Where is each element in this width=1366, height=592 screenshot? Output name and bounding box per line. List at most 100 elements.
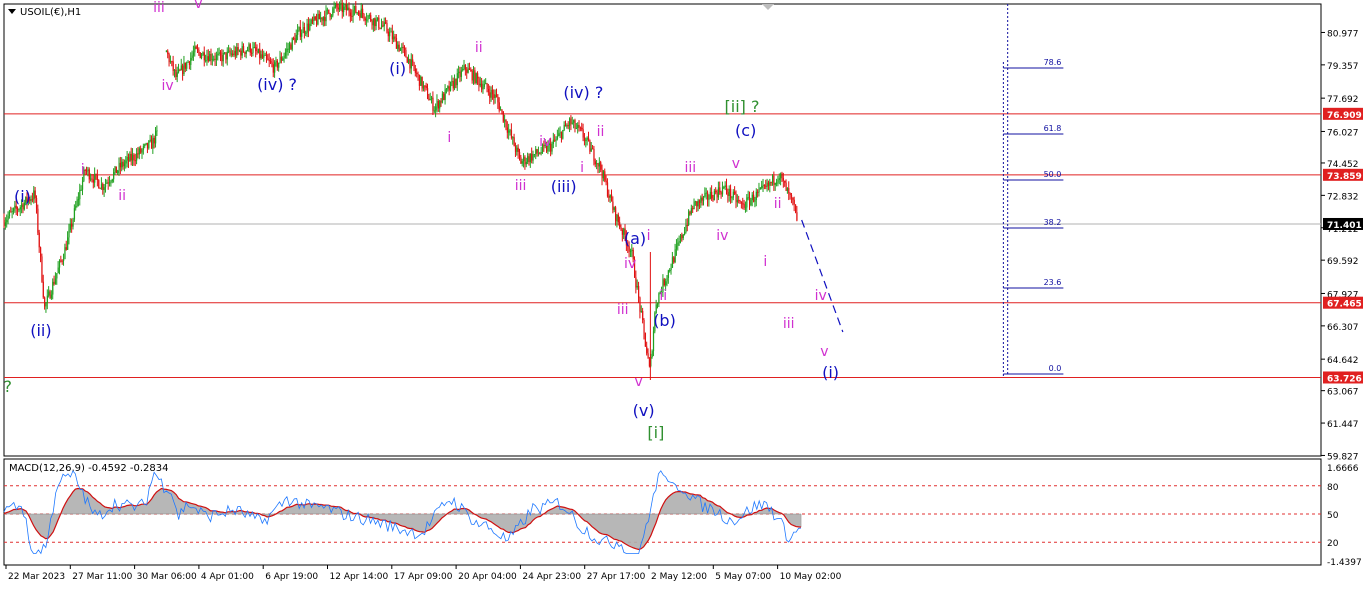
candle-body <box>195 46 197 49</box>
candle-body <box>516 147 518 152</box>
candle-body <box>352 10 354 17</box>
chart-svg: USOIL(€),H1 MACD(12,26,9) -0.4592 -0.283… <box>3 0 1363 582</box>
candle-body <box>495 94 498 97</box>
candle-body <box>165 50 168 52</box>
candle-body <box>225 52 227 60</box>
candle-body <box>257 48 260 53</box>
candle-body <box>583 137 586 142</box>
candle-body <box>589 140 591 152</box>
candle-body <box>470 70 472 72</box>
candle-body <box>261 54 264 58</box>
candle-body <box>259 48 261 59</box>
candle-body <box>753 194 755 202</box>
candle-body <box>209 53 211 62</box>
candle-body <box>237 47 239 51</box>
candle-body <box>524 156 526 165</box>
candle-body <box>754 199 756 202</box>
fib-level-label: 0.0 <box>1049 364 1062 373</box>
wave-label: v <box>820 344 828 360</box>
candle-body <box>727 192 729 196</box>
candle-body <box>53 281 55 284</box>
candle-body <box>79 189 81 200</box>
macd-axis-label: 80 <box>1327 483 1339 493</box>
candle-body <box>669 270 671 272</box>
candle-body <box>114 166 116 173</box>
candle-body <box>267 58 269 61</box>
candle-body <box>357 12 360 14</box>
candle-body <box>673 257 675 263</box>
candle-body <box>417 73 419 75</box>
candle-body <box>690 208 693 214</box>
candle-body <box>63 259 65 261</box>
wave-label: ii <box>597 124 605 140</box>
price-tick-label: 61.447 <box>1327 420 1359 430</box>
candle-body <box>728 188 730 196</box>
candle-body <box>311 19 314 21</box>
candle-body <box>448 86 450 91</box>
candle-body <box>435 106 437 111</box>
candle-body <box>144 144 146 147</box>
candle-body <box>665 281 667 286</box>
candle-body <box>540 152 542 154</box>
candle-body <box>567 125 569 127</box>
candle-body <box>137 153 139 155</box>
price-tick-label: 80.977 <box>1327 29 1359 39</box>
candle-body <box>310 19 312 24</box>
candle-body <box>517 147 519 152</box>
candle-body <box>408 59 410 63</box>
candle-body <box>17 208 19 211</box>
candle-body <box>592 148 594 150</box>
wave-label: [i] <box>647 423 664 442</box>
candle-body <box>390 31 392 33</box>
candle-body <box>283 55 285 59</box>
candle-body <box>796 212 798 221</box>
candle-body <box>742 203 744 205</box>
candle-body <box>426 88 429 99</box>
time-tick-label: 24 Apr 23:00 <box>522 572 581 582</box>
candle-body <box>562 129 564 139</box>
candle-body <box>333 6 335 9</box>
candle-body <box>678 241 680 243</box>
candle-body <box>724 185 726 188</box>
candle-body <box>149 139 151 142</box>
candle-body <box>409 59 411 69</box>
candle-body <box>606 182 609 197</box>
candle-body <box>318 13 320 20</box>
candle-body <box>403 47 406 50</box>
candle-body <box>464 65 467 70</box>
candle-body <box>738 200 740 202</box>
candle-body <box>736 200 739 203</box>
candle-body <box>564 124 567 127</box>
candle-body <box>609 194 611 198</box>
wave-label: iii <box>685 160 697 176</box>
candle-body <box>483 84 486 87</box>
candle-body <box>94 173 96 183</box>
candle-body <box>37 208 39 233</box>
candle-body <box>14 205 16 209</box>
candle-body <box>613 207 615 210</box>
candle-body <box>573 120 575 123</box>
candle-body <box>314 16 316 20</box>
candle-body <box>150 139 153 149</box>
candle-body <box>692 208 694 210</box>
candle-body <box>328 9 330 14</box>
candle-body <box>284 52 287 56</box>
candle-body <box>100 183 103 189</box>
candle-body <box>769 182 771 186</box>
candle-body <box>590 148 592 152</box>
candle-body <box>431 97 433 100</box>
candle-body <box>500 109 502 111</box>
candle-body <box>15 205 17 209</box>
candle-body <box>282 58 284 61</box>
candle-body <box>219 52 222 56</box>
candle-body <box>749 197 751 206</box>
candle-body <box>175 69 177 78</box>
candle-body <box>42 281 44 298</box>
candle-body <box>84 170 86 172</box>
candle-body <box>367 16 369 20</box>
candle-body <box>774 182 776 185</box>
candle-body <box>703 196 705 201</box>
candle-body <box>608 196 610 198</box>
candle-body <box>245 50 247 54</box>
candle-body <box>306 23 308 33</box>
